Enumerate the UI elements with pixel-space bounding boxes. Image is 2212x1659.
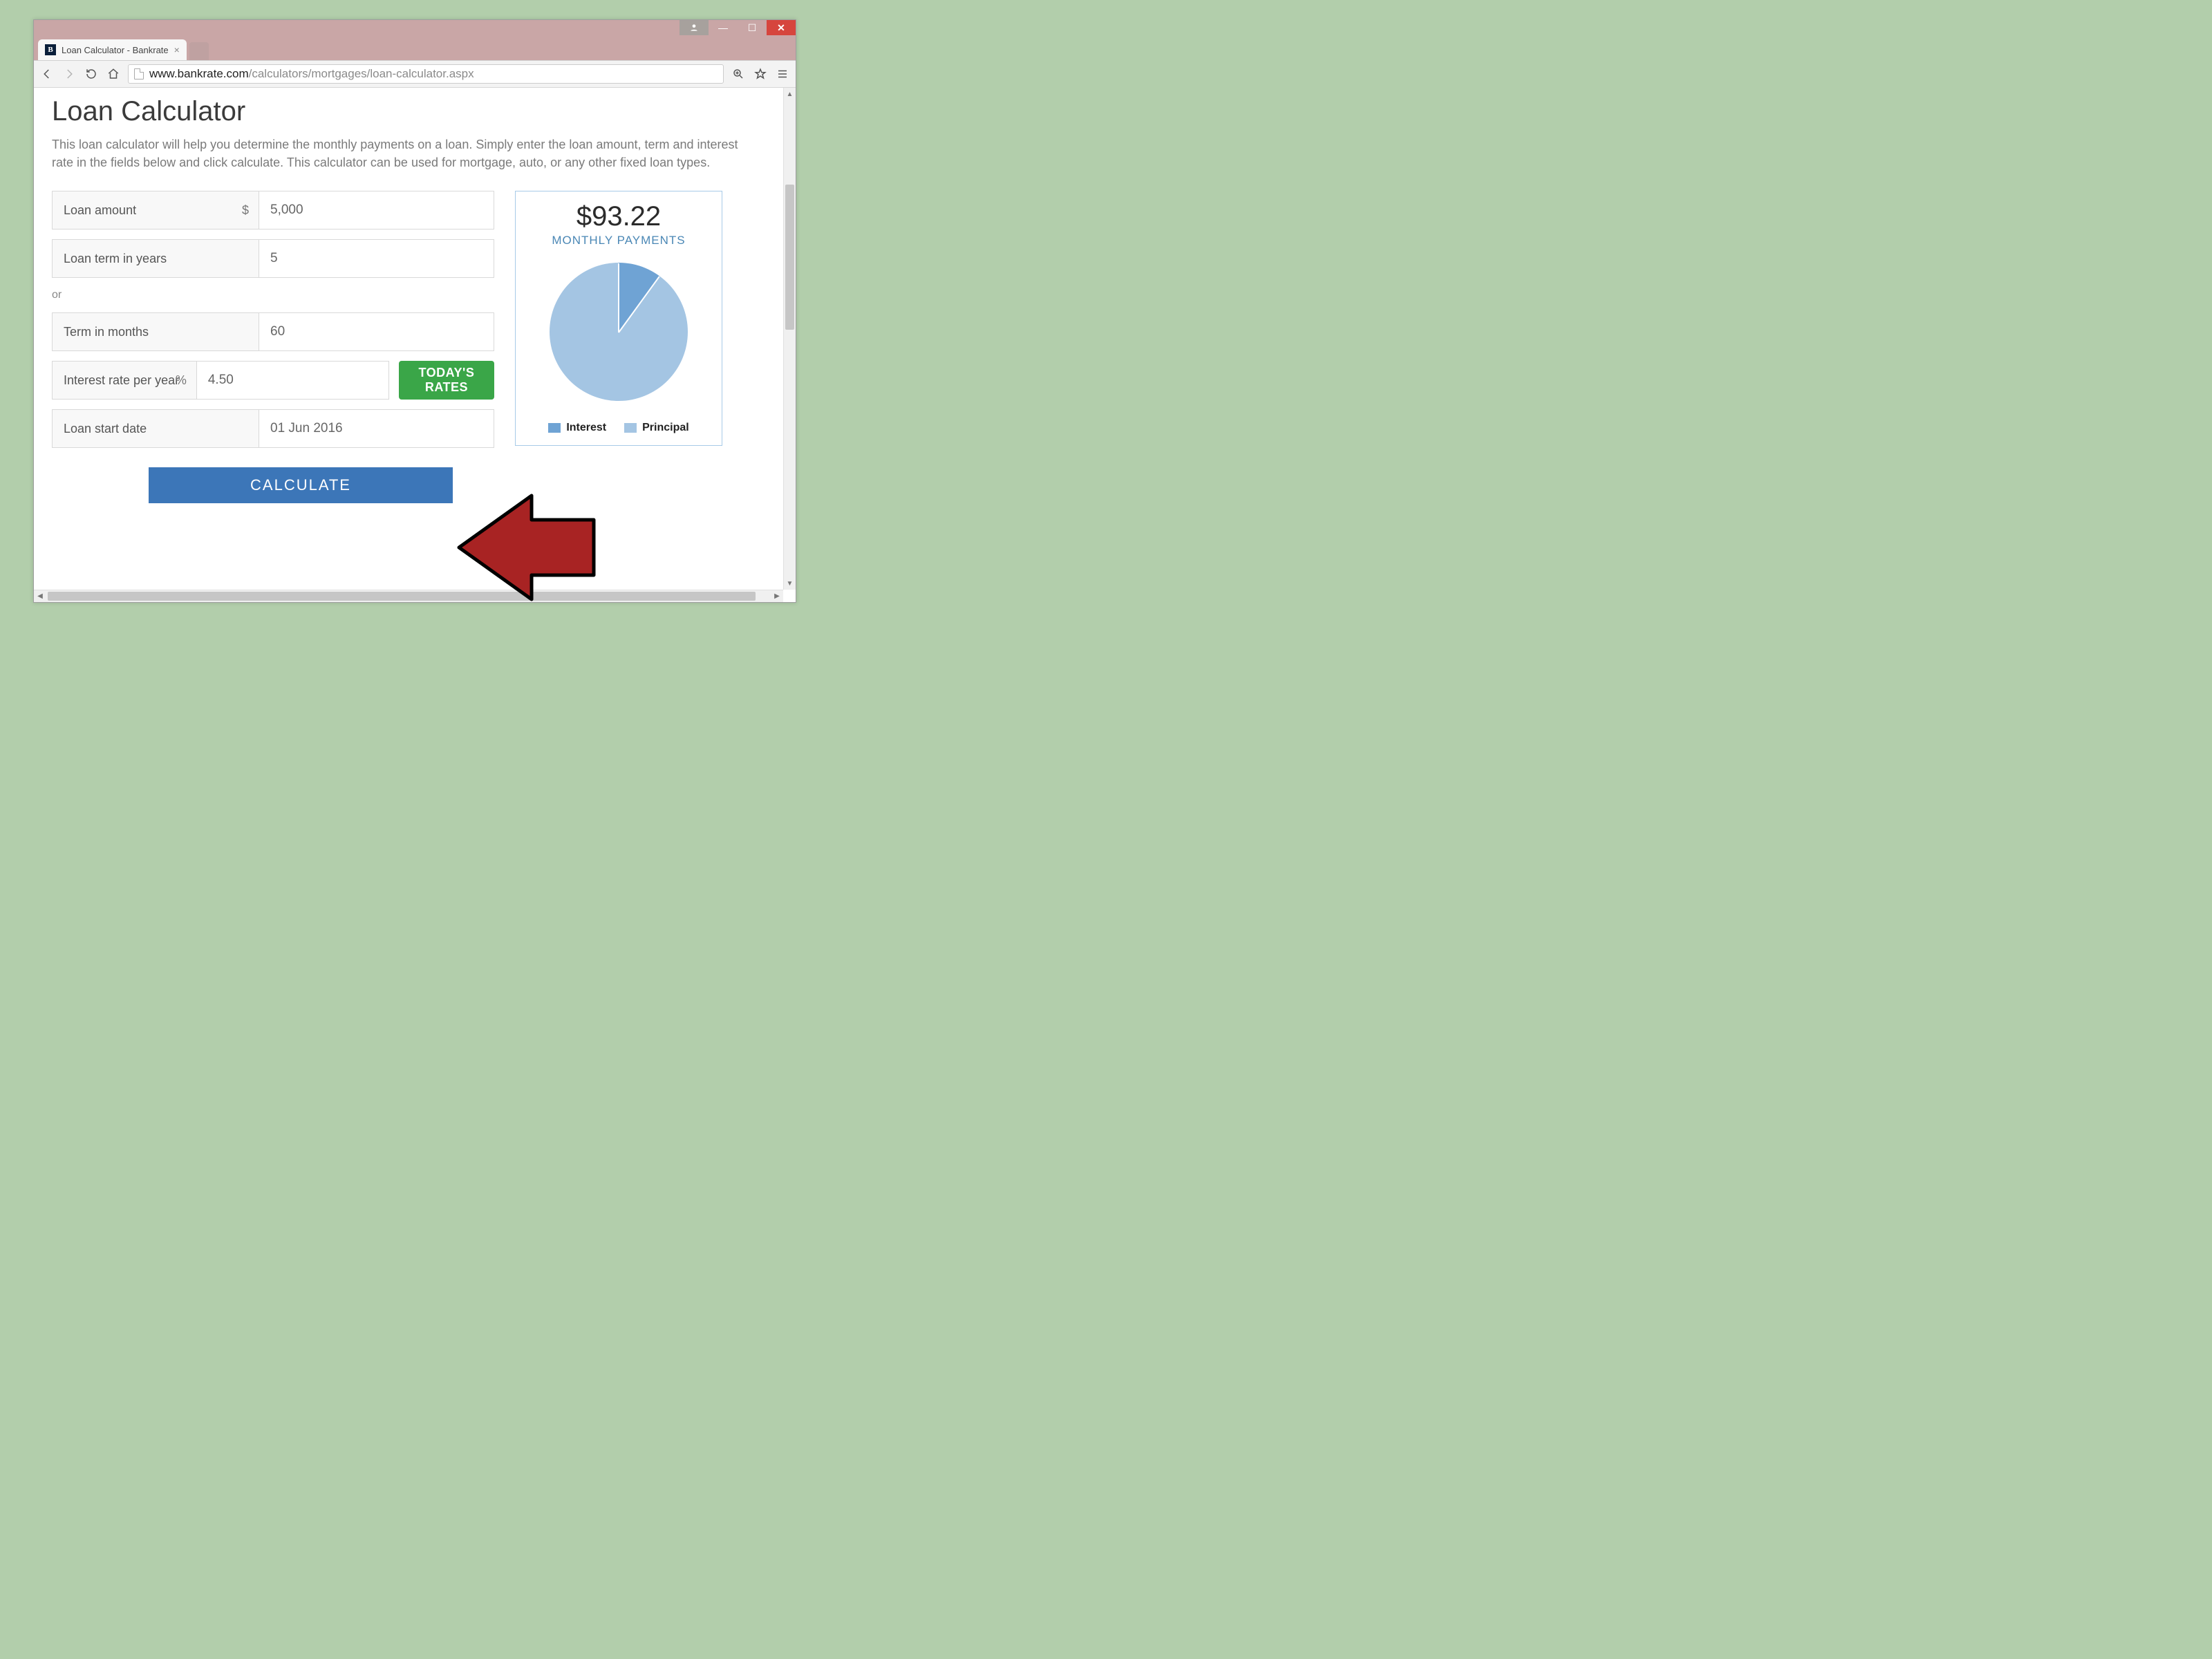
field-term-months: Term in months	[52, 312, 494, 351]
currency-unit: $	[242, 203, 249, 218]
forward-button[interactable]	[62, 66, 77, 82]
tab-strip: B Loan Calculator - Bankrate ×	[34, 35, 796, 60]
loan-amount-label: Loan amount $	[52, 191, 259, 229]
browser-toolbar: www.bankrate.com/calculators/mortgages/l…	[34, 60, 796, 88]
loan-term-years-label: Loan term in years	[52, 239, 259, 278]
tab-title: Loan Calculator - Bankrate	[62, 45, 169, 55]
scroll-right-arrow-icon[interactable]: ▶	[771, 590, 783, 602]
interest-color-swatch	[548, 423, 561, 433]
horizontal-scrollbar[interactable]: ◀ ▶	[34, 590, 783, 602]
tab-close-icon[interactable]: ×	[174, 44, 180, 55]
page-title: Loan Calculator	[52, 96, 765, 127]
loan-term-years-input[interactable]	[259, 239, 494, 278]
vertical-scrollbar[interactable]: ▲ ▼	[783, 88, 796, 590]
todays-rates-button[interactable]: TODAY'S RATES	[399, 361, 494, 400]
interest-rate-label: Interest rate per year %	[52, 361, 197, 400]
field-loan-amount: Loan amount $	[52, 191, 494, 229]
scroll-down-arrow-icon[interactable]: ▼	[784, 577, 796, 590]
calculator-form: Loan amount $ Loan term in years or	[52, 191, 494, 503]
page-description: This loan calculator will help you deter…	[52, 135, 743, 171]
loan-start-date-input[interactable]	[259, 409, 494, 448]
vertical-scroll-thumb[interactable]	[785, 185, 794, 330]
page-content: Loan Calculator This loan calculator wil…	[34, 88, 783, 590]
principal-color-swatch	[624, 423, 637, 433]
favicon-icon: B	[45, 44, 56, 55]
term-months-label: Term in months	[52, 312, 259, 351]
legend-interest: Interest	[548, 422, 606, 434]
browser-tab[interactable]: B Loan Calculator - Bankrate ×	[38, 39, 187, 60]
page-viewport: Loan Calculator This loan calculator wil…	[34, 88, 796, 602]
page-icon	[134, 68, 144, 79]
browser-window: — ☐ ✕ B Loan Calculator - Bankrate × www…	[33, 19, 796, 603]
calculate-button[interactable]: CALCULATE	[149, 467, 453, 503]
loan-amount-input[interactable]	[259, 191, 494, 229]
window-close-button[interactable]: ✕	[767, 20, 796, 35]
or-separator: or	[52, 288, 494, 303]
user-account-button[interactable]	[679, 20, 709, 35]
field-interest-rate: Interest rate per year % TODAY'S RATES	[52, 361, 494, 400]
home-button[interactable]	[106, 66, 121, 82]
field-loan-term-years: Loan term in years	[52, 239, 494, 278]
loan-start-date-label: Loan start date	[52, 409, 259, 448]
url-path: /calculators/mortgages/loan-calculator.a…	[249, 67, 474, 80]
url-domain: www.bankrate.com	[149, 67, 249, 80]
interest-rate-input[interactable]	[197, 361, 389, 400]
field-loan-start-date: Loan start date	[52, 409, 494, 448]
monthly-payment-amount: $93.22	[523, 201, 715, 232]
horizontal-scroll-thumb[interactable]	[48, 592, 756, 601]
legend-principal: Principal	[624, 422, 689, 434]
menu-button[interactable]	[775, 66, 790, 82]
back-button[interactable]	[39, 66, 55, 82]
window-titlebar: — ☐ ✕	[34, 20, 796, 35]
reload-button[interactable]	[84, 66, 99, 82]
term-months-input[interactable]	[259, 312, 494, 351]
address-bar[interactable]: www.bankrate.com/calculators/mortgages/l…	[128, 64, 724, 84]
payment-breakdown-pie-chart	[550, 263, 688, 401]
result-panel: $93.22 MONTHLY PAYMENTS Interest Princip…	[515, 191, 722, 446]
new-tab-button[interactable]	[189, 42, 209, 60]
window-minimize-button[interactable]: —	[709, 20, 738, 35]
zoom-icon[interactable]	[731, 66, 746, 82]
chart-legend: Interest Principal	[523, 422, 715, 434]
scroll-up-arrow-icon[interactable]: ▲	[784, 88, 796, 100]
percent-unit: %	[176, 373, 187, 388]
window-maximize-button[interactable]: ☐	[738, 20, 767, 35]
bookmark-star-icon[interactable]	[753, 66, 768, 82]
scroll-left-arrow-icon[interactable]: ◀	[34, 590, 46, 602]
monthly-payment-label: MONTHLY PAYMENTS	[523, 234, 715, 247]
